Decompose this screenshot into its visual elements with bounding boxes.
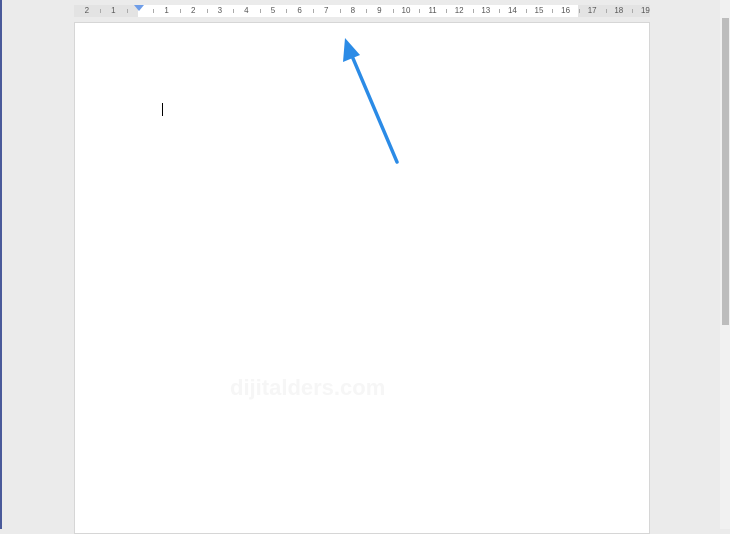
arrow-shaft — [350, 54, 399, 164]
annotation-arrow — [343, 38, 399, 164]
arrow-head — [343, 38, 360, 62]
